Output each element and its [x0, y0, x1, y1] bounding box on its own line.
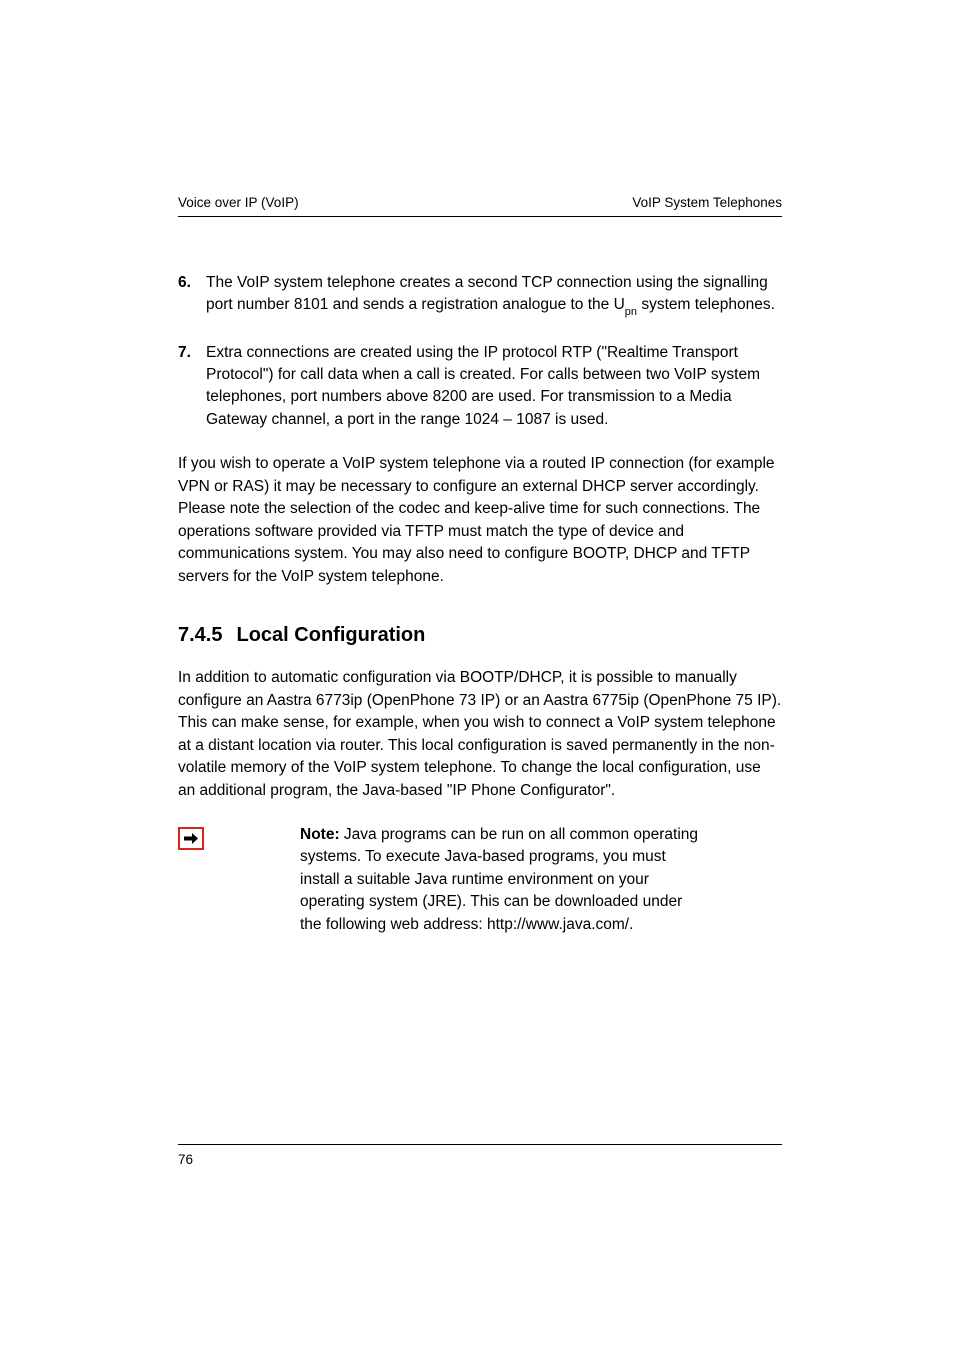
note-block: Note: Java programs can be run on all co…	[178, 824, 782, 936]
list-body: The VoIP system telephone creates a seco…	[206, 272, 782, 320]
list-item-7: 7. Extra connections are created using t…	[178, 342, 782, 432]
note-arrow-icon	[178, 827, 204, 850]
note-label: Note:	[300, 826, 340, 843]
list-number: 7.	[178, 342, 206, 432]
note-body: Java programs can be run on all common o…	[300, 826, 698, 933]
list-item-6: 6. The VoIP system telephone creates a s…	[178, 272, 782, 320]
list-body: Extra connections are created using the …	[206, 342, 782, 432]
paragraph-routed: If you wish to operate a VoIP system tel…	[178, 453, 782, 588]
footer: 76	[178, 1144, 782, 1169]
page: Voice over IP (VoIP) VoIP System Telepho…	[0, 0, 954, 1351]
list-number: 6.	[178, 272, 206, 320]
section-title: Local Configuration	[236, 624, 425, 646]
section-heading: 7.4.5 Local Configuration	[178, 624, 782, 647]
subscript: pn	[625, 306, 637, 318]
text-part: system telephones.	[637, 296, 775, 313]
header-right: VoIP System Telephones	[632, 195, 782, 210]
page-number: 76	[178, 1152, 193, 1167]
header-left: Voice over IP (VoIP)	[178, 195, 299, 210]
note-text: Note: Java programs can be run on all co…	[300, 824, 700, 936]
footer-rule: 76	[178, 1144, 782, 1169]
paragraph-local: In addition to automatic configuration v…	[178, 667, 782, 802]
running-head: Voice over IP (VoIP) VoIP System Telepho…	[178, 195, 782, 217]
section-number: 7.4.5	[178, 624, 222, 646]
